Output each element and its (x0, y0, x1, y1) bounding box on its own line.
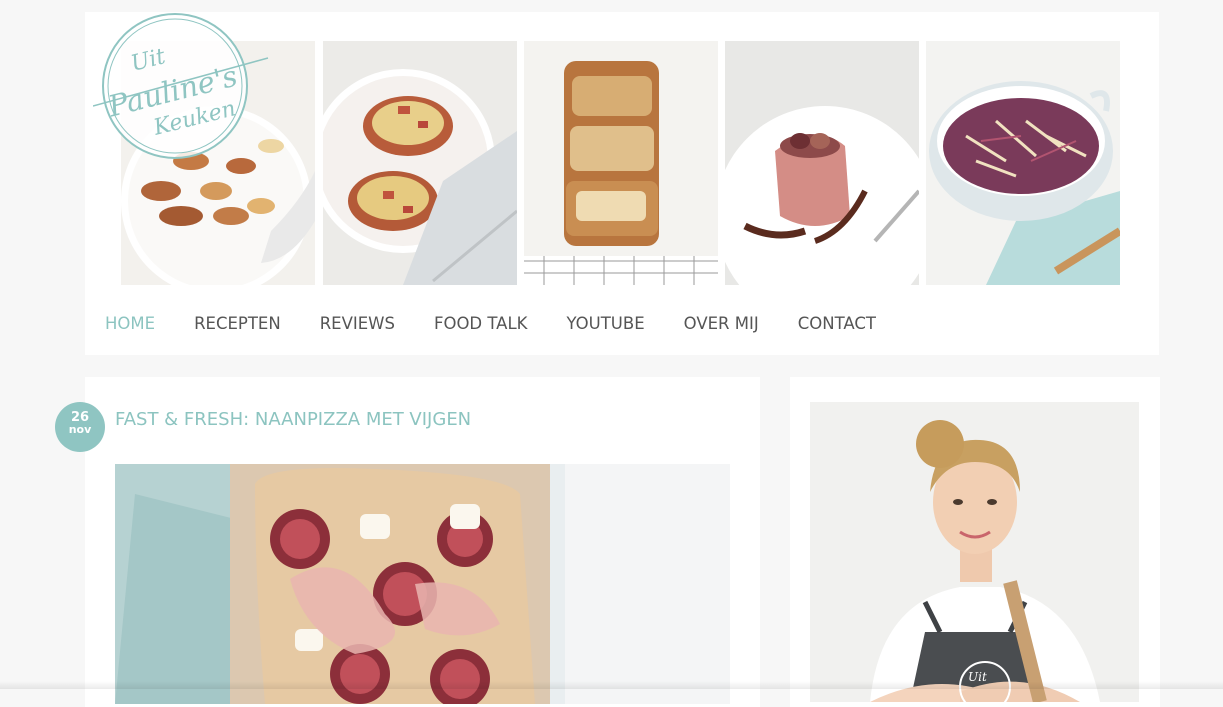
coleslaw-bowl-photo[interactable] (926, 41, 1120, 285)
nav-item-recepten[interactable]: RECEPTEN (194, 314, 281, 338)
post-title[interactable]: FAST & FRESH: NAANPIZZA MET VIJGEN (115, 409, 471, 430)
nav-item-over-mij[interactable]: OVER MIJ (684, 314, 759, 338)
site-logo[interactable]: Uit Pauline's Keuken (92, 8, 273, 168)
fig-ham-roll-photo[interactable] (725, 41, 919, 285)
post-date-badge: 26 nov (55, 402, 105, 452)
nav-item-home[interactable]: HOME (105, 314, 155, 338)
author-portrait-photo[interactable]: Uit (810, 402, 1139, 702)
nav-item-youtube[interactable]: YOUTUBE (566, 314, 644, 338)
stuffed-sweet-potato-photo[interactable] (323, 41, 517, 285)
sidebar-card: Uit (790, 377, 1160, 707)
page-bottom-shadow (0, 681, 1223, 689)
nav-item-food-talk[interactable]: FOOD TALK (434, 314, 528, 338)
nav-item-reviews[interactable]: REVIEWS (320, 314, 395, 338)
naan-pizza-photo[interactable] (115, 464, 730, 704)
main-nav: HOME RECEPTEN REVIEWS FOOD TALK YOUTUBE … (105, 314, 876, 338)
post-card: FAST & FRESH: NAANPIZZA MET VIJGEN (85, 377, 760, 707)
pull-apart-bread-photo[interactable] (524, 41, 718, 285)
nav-item-contact[interactable]: CONTACT (798, 314, 876, 338)
post-date-month: nov (68, 423, 92, 436)
header-card: Uit Pauline's Keuken HOME RECEPTEN REVIE… (85, 12, 1159, 355)
